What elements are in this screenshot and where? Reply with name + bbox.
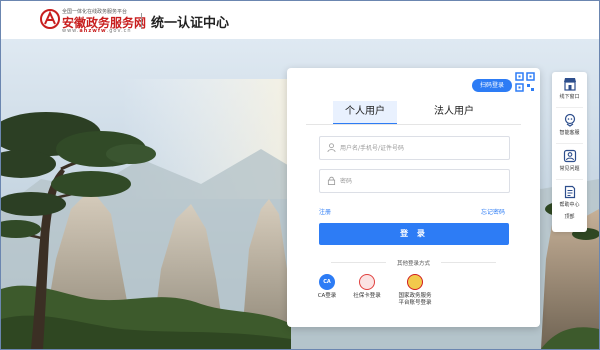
tab-personal-user[interactable]: 个人用户 [333,101,397,125]
ca-login-option[interactable]: CA CA登录 [312,274,342,300]
dock-item-help-center[interactable]: 帮助中心 [552,180,587,215]
dock-item-label: 线下窗口 [559,94,580,100]
national-gov-login-label-line1: 国家政务服务 [398,293,432,299]
social-security-icon [359,274,375,290]
page-title: 统一认证中心 [151,16,230,31]
username-input[interactable] [340,137,500,159]
national-emblem-icon [407,274,423,290]
qr-code-icon[interactable] [514,71,536,93]
site-logo-icon[interactable] [40,9,60,29]
dock-item-offline-window[interactable]: 线下窗口 [552,72,587,107]
other-login-methods-label: 其他登录方式 [396,261,430,267]
qr-login-button[interactable]: 扫码登录 [472,79,512,92]
password-field[interactable] [319,169,510,193]
help-doc-icon [564,185,575,199]
dock-item-label: 智能客服 [559,130,580,136]
user-icon [327,143,336,152]
store-icon [563,78,576,91]
site-url: www.ahzwfw.gov.cn [62,28,132,34]
national-gov-login-label-line2: 平台账号登录 [398,300,432,306]
dock-item-faq[interactable]: 常见问题 [552,144,587,179]
national-gov-platform-login-option[interactable]: 国家政务服务 平台账号登录 [390,274,440,307]
right-service-dock: 线下窗口 智能客服 常见问题 帮助中心 [552,72,587,232]
login-button[interactable]: 登 录 [319,223,509,245]
back-to-top-label: 顶部 [564,214,575,220]
social-security-login-label: 社保卡登录 [353,293,381,299]
question-icon [563,149,576,163]
register-link[interactable]: 注册 [319,207,331,216]
dock-item-label: 常见问题 [559,166,580,172]
password-input[interactable] [340,170,500,192]
user-type-tabs: 个人用户 法人用户 [287,101,540,125]
tab-underline [306,124,521,125]
ca-icon: CA [319,274,335,290]
username-field[interactable] [319,136,510,160]
dock-item-smart-service[interactable]: 智能客服 [552,108,587,143]
tab-legal-user[interactable]: 法人用户 [421,101,487,123]
ca-login-label: CA登录 [317,293,337,299]
social-security-card-login-option[interactable]: 社保卡登录 [345,274,389,300]
lock-icon [327,176,336,185]
back-to-top-button[interactable]: 顶部 [552,213,587,227]
browser-frame: 全国一体化在线政务服务平台 安徽政务服务网 www.ahzwfw.gov.cn … [0,0,600,350]
header-divider [141,13,142,29]
chat-bot-icon [564,113,575,127]
site-header: 全国一体化在线政务服务平台 安徽政务服务网 www.ahzwfw.gov.cn … [1,1,599,39]
forgot-password-link[interactable]: 忘记密码 [481,207,505,216]
dock-item-label: 帮助中心 [559,202,580,208]
